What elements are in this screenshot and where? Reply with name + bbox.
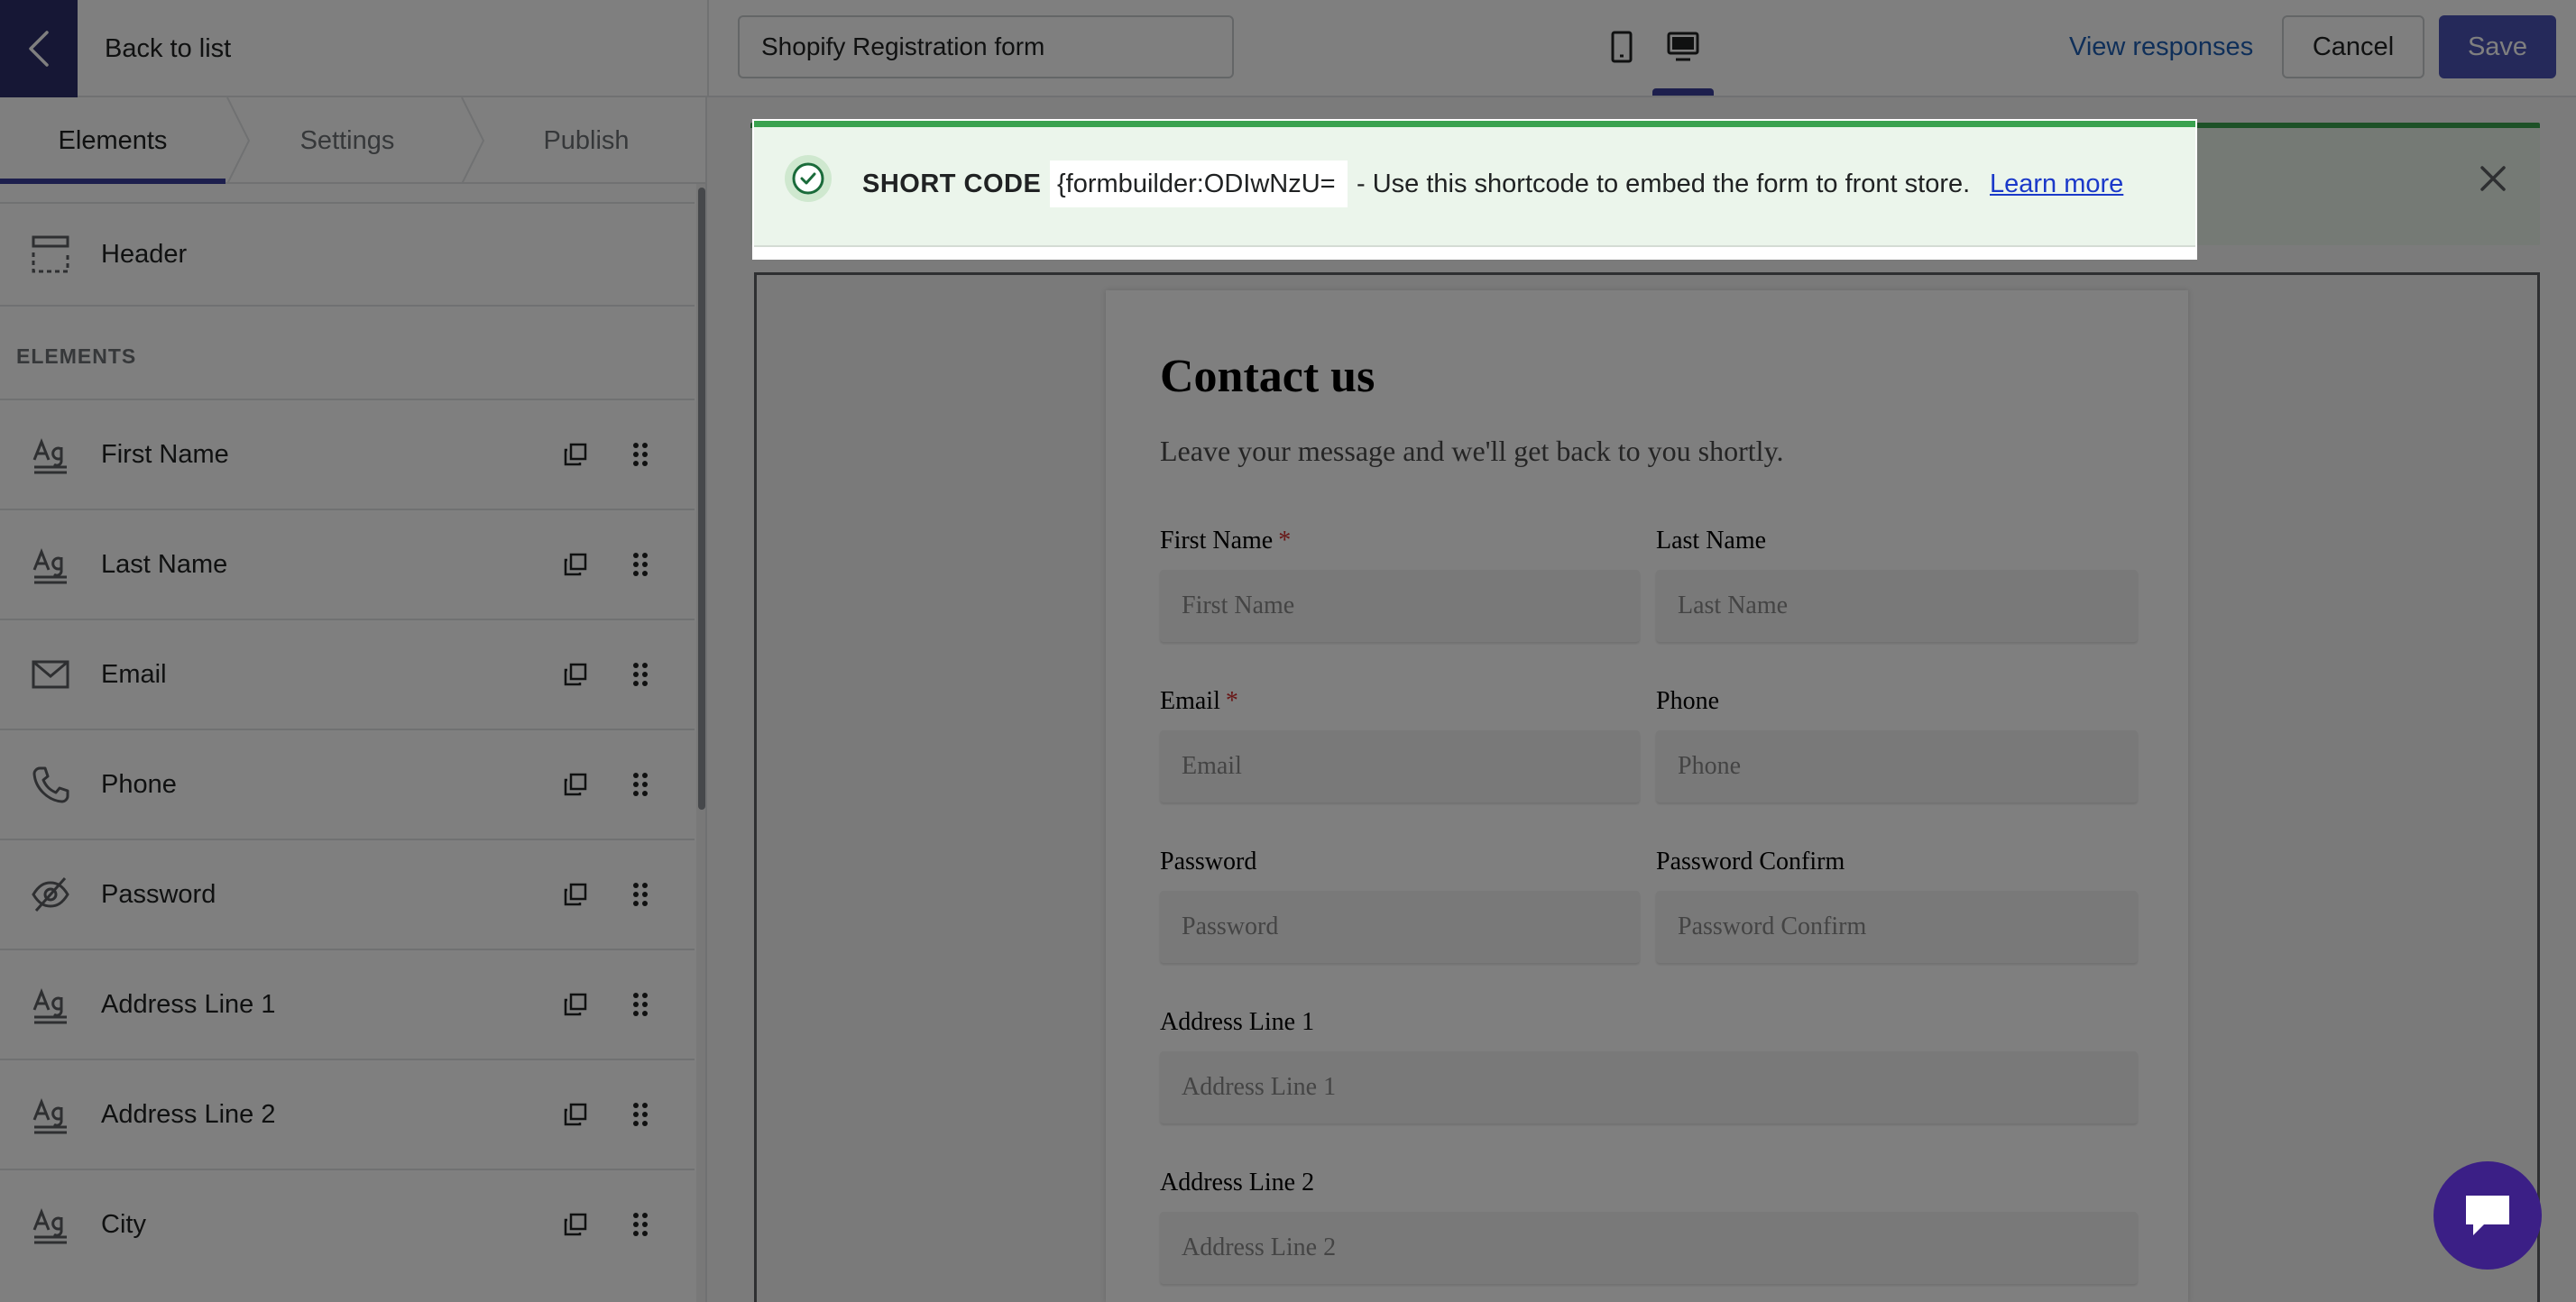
check-circle-icon xyxy=(785,155,832,202)
shortcode-label: SHORT CODE : xyxy=(862,170,1059,198)
learn-more-link[interactable]: Learn more xyxy=(1990,170,2123,199)
shortcode-value[interactable]: {formbuilder:ODIwNzU= xyxy=(1050,160,1348,207)
chat-icon xyxy=(2466,1196,2509,1235)
chat-button[interactable] xyxy=(2433,1161,2542,1270)
shortcode-description: - Use this shortcode to embed the form t… xyxy=(1357,170,1971,198)
